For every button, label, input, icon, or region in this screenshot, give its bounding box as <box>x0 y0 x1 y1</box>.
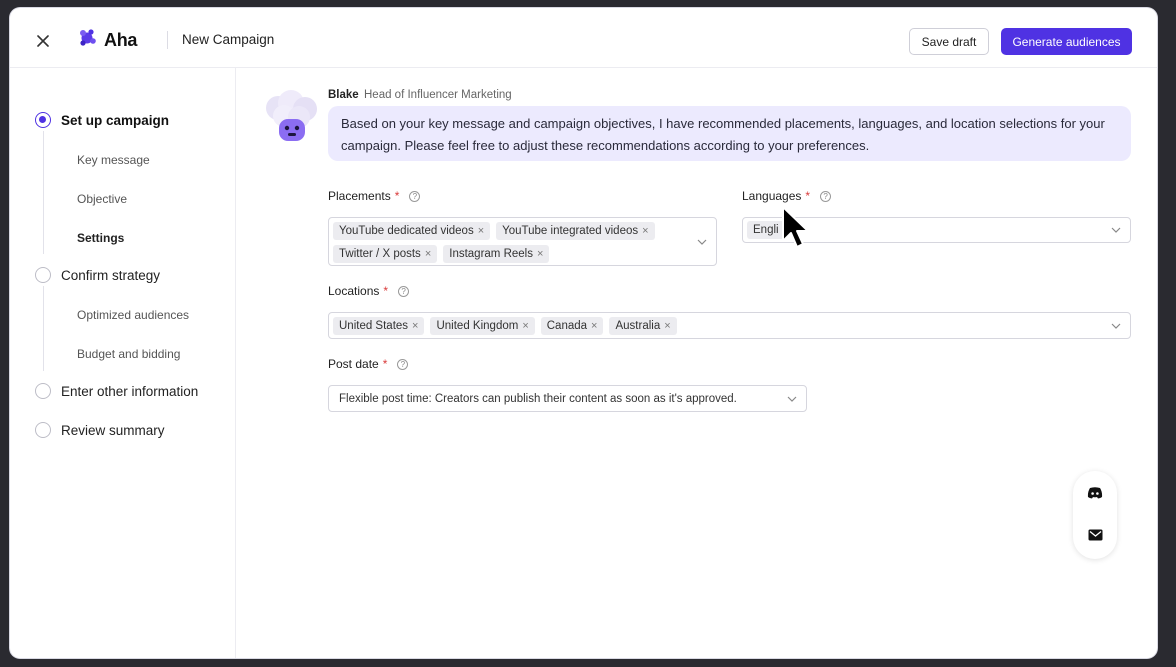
chip-label: United States <box>339 320 409 332</box>
mouse-pointer-icon <box>781 205 811 255</box>
substep-budget-and-bidding[interactable]: Budget and bidding <box>77 347 180 361</box>
assistant-avatar <box>262 90 320 144</box>
substep-objective[interactable]: Objective <box>77 192 127 206</box>
steps-sidebar: Set up campaign Key message Objective Se… <box>10 68 236 658</box>
aha-logo-icon <box>78 28 98 53</box>
post-date-select[interactable]: Flexible post time: Creators can publish… <box>328 385 807 412</box>
chip-placement: YouTube dedicated videos × <box>333 222 491 240</box>
chip-remove-icon[interactable]: × <box>425 248 431 260</box>
page-title: New Campaign <box>182 32 275 47</box>
post-date-label: Post date * ? <box>328 357 409 371</box>
contact-pill <box>1073 471 1117 559</box>
chip-label: United Kingdom <box>436 320 519 332</box>
step-radio <box>35 267 51 283</box>
locations-label: Locations * ? <box>328 284 410 298</box>
post-date-value: Flexible post time: Creators can publish… <box>339 392 737 405</box>
chip-remove-icon[interactable]: × <box>478 225 484 237</box>
mail-icon[interactable] <box>1087 527 1103 543</box>
substep-connector <box>43 286 44 371</box>
chip-remove-icon[interactable]: × <box>642 225 648 237</box>
save-draft-button[interactable]: Save draft <box>909 28 989 55</box>
chip-label: Twitter / X posts <box>339 248 421 260</box>
help-icon[interactable]: ? <box>820 190 832 202</box>
languages-label: Languages * ? <box>742 189 832 203</box>
discord-icon[interactable] <box>1087 485 1103 501</box>
chip-remove-icon[interactable]: × <box>664 320 670 332</box>
substep-settings[interactable]: Settings <box>77 231 124 245</box>
chip-label: YouTube dedicated videos <box>339 225 474 237</box>
help-icon[interactable]: ? <box>398 285 410 297</box>
app-window: Aha New Campaign Save draft Generate aud… <box>10 8 1157 658</box>
chevron-down-icon[interactable] <box>697 237 707 247</box>
chip-remove-icon[interactable]: × <box>537 248 543 260</box>
field-label-text: Post date <box>328 357 379 371</box>
help-icon[interactable]: ? <box>409 190 421 202</box>
substep-connector <box>43 131 44 254</box>
chip-placement: YouTube integrated videos × <box>496 222 655 240</box>
aha-logo[interactable]: Aha <box>78 28 137 53</box>
placements-multiselect[interactable]: YouTube dedicated videos × YouTube integr… <box>328 217 717 266</box>
step-radio-active <box>35 112 51 128</box>
required-mark: * <box>394 189 400 203</box>
step-set-up-campaign[interactable]: Set up campaign <box>35 112 169 128</box>
required-mark: * <box>805 189 811 203</box>
field-label-text: Languages <box>742 189 802 203</box>
assistant-role: Head of Influencer Marketing <box>364 89 512 101</box>
chip-location: United Kingdom × <box>430 317 535 335</box>
substep-optimized-audiences[interactable]: Optimized audiences <box>77 308 189 322</box>
chip-location: United States × <box>333 317 425 335</box>
chip-label: Canada <box>546 320 588 332</box>
chevron-down-icon[interactable] <box>787 394 797 404</box>
chip-label: Instagram Reels <box>449 248 533 260</box>
chip-placement: Twitter / X posts × <box>333 245 438 263</box>
chevron-down-icon[interactable] <box>1111 225 1121 235</box>
required-mark: * <box>383 284 389 298</box>
logo-text: Aha <box>104 30 138 50</box>
generate-audiences-button[interactable]: Generate audiences <box>1001 28 1132 55</box>
placements-label: Placements * ? <box>328 189 421 203</box>
locations-chip-row: United States × United Kingdom × Canada × A… <box>333 317 677 335</box>
chip-label: YouTube integrated videos <box>502 225 639 237</box>
chevron-down-icon[interactable] <box>1111 321 1121 331</box>
chip-label: Engli <box>753 224 779 236</box>
help-icon[interactable]: ? <box>397 358 409 370</box>
step-label: Review summary <box>61 422 165 438</box>
step-review-summary[interactable]: Review summary <box>35 422 165 438</box>
step-label: Confirm strategy <box>61 267 161 283</box>
required-mark: * <box>382 357 388 371</box>
step-radio <box>35 383 51 399</box>
chip-placement: Instagram Reels × <box>443 245 550 263</box>
step-radio <box>35 422 51 438</box>
step-label: Enter other information <box>61 383 199 399</box>
substep-key-message[interactable]: Key message <box>77 153 150 167</box>
step-label: Set up campaign <box>61 112 170 128</box>
chip-remove-icon[interactable]: × <box>591 320 597 332</box>
assistant-message-bubble: Based on your key message and campaign o… <box>328 106 1131 161</box>
step-confirm-strategy[interactable]: Confirm strategy <box>35 267 160 283</box>
chip-location: Canada × <box>540 317 604 335</box>
chip-label: Australia <box>615 320 661 332</box>
chip-language: Engli <box>747 221 785 239</box>
header-divider <box>167 31 168 49</box>
chip-remove-icon[interactable]: × <box>522 320 528 332</box>
assistant-name: Blake <box>328 89 359 101</box>
step-enter-other-information[interactable]: Enter other information <box>35 383 198 399</box>
close-icon[interactable] <box>32 30 54 52</box>
field-label-text: Placements <box>328 189 391 203</box>
chip-location: Australia × <box>609 317 677 335</box>
placements-chip-row: Twitter / X posts × Instagram Reels × <box>333 245 550 263</box>
locations-multiselect[interactable]: United States × United Kingdom × Canada × A… <box>328 312 1131 339</box>
top-bar: Aha New Campaign Save draft Generate aud… <box>10 8 1157 68</box>
field-label-text: Locations <box>328 284 380 298</box>
chip-remove-icon[interactable]: × <box>412 320 418 332</box>
placements-chip-row: YouTube dedicated videos × YouTube integr… <box>333 222 655 240</box>
